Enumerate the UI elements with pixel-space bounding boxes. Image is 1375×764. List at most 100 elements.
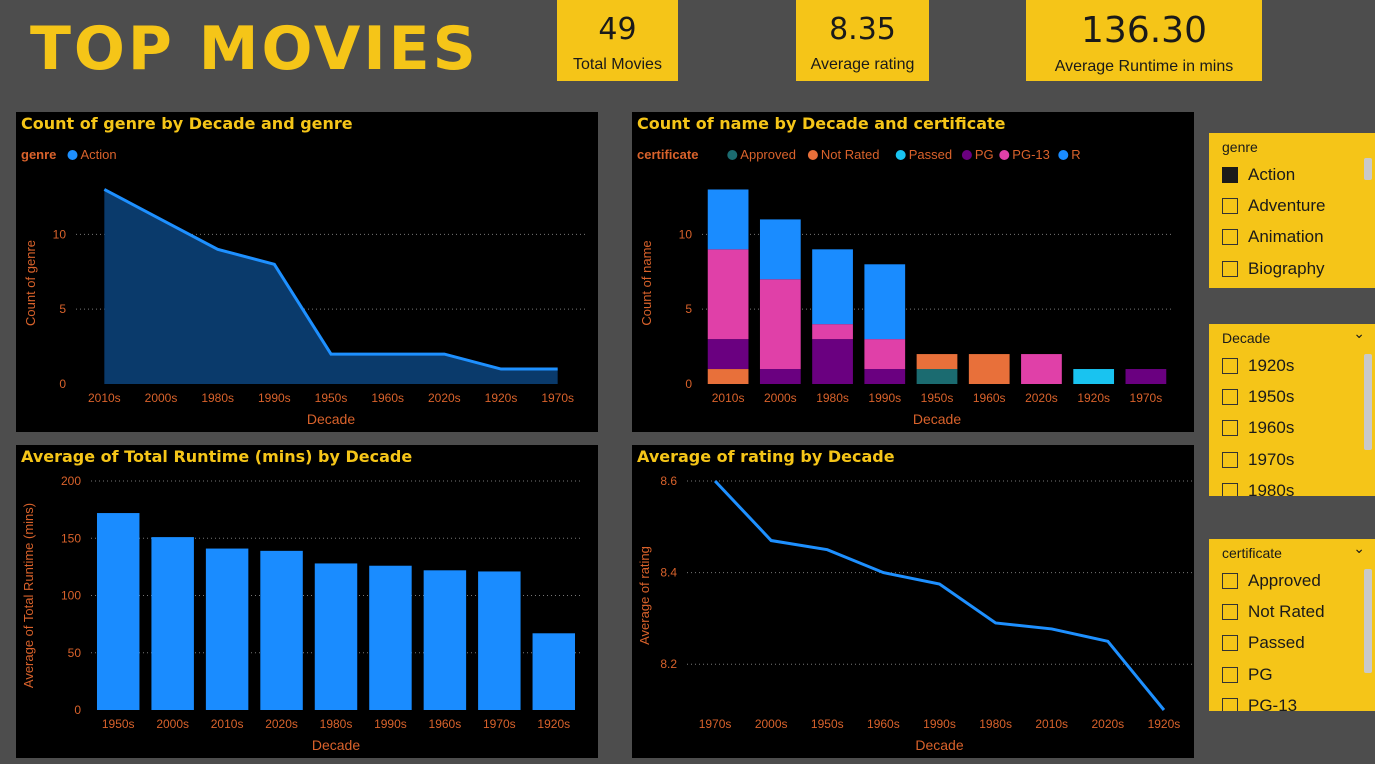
x-tick-label: 1920s	[485, 391, 518, 405]
slicer-item[interactable]: 1970s	[1222, 449, 1294, 471]
kpi-label: Average rating	[810, 56, 915, 73]
bar-segment-approved	[916, 369, 958, 384]
x-axis-label: Decade	[913, 411, 961, 427]
kpi-value: 8.35	[829, 12, 896, 47]
slicer-item-label: Adventure	[1248, 196, 1326, 215]
y-axis-label: Average of rating	[637, 546, 652, 645]
checkbox[interactable]	[1222, 667, 1238, 683]
x-axis-label: Decade	[312, 737, 360, 753]
checkbox[interactable]	[1222, 452, 1238, 468]
x-tick-label: 2010s	[88, 391, 121, 405]
slicer-item-label: Approved	[1248, 571, 1321, 590]
y-tick-label: 8.4	[660, 566, 677, 580]
slicer-item[interactable]: 1920s	[1222, 355, 1294, 377]
slicer-item-label: Passed	[1248, 633, 1305, 652]
bar-segment-pg	[864, 369, 906, 384]
slicer-item[interactable]: Not Rated	[1222, 601, 1325, 623]
chevron-down-icon[interactable]: ⌄	[1353, 541, 1365, 557]
bar-segment-pg	[1125, 369, 1167, 384]
y-tick-label: 8.2	[660, 657, 677, 671]
slicer-item-label: PG	[1248, 665, 1273, 684]
slicer-item[interactable]: Animation	[1222, 226, 1324, 248]
legend-label: Action	[81, 147, 117, 162]
legend-title: genre	[21, 147, 56, 162]
x-tick-label: 1970s	[483, 717, 516, 731]
slicer-item[interactable]: Adventure	[1222, 195, 1326, 217]
slicer-item[interactable]: 1950s	[1222, 386, 1294, 408]
checkbox[interactable]	[1222, 261, 1238, 277]
certificate-stacked-bar-chart[interactable]: certificate Approved Not Rated Passed PG PG-1…	[632, 112, 1194, 432]
runtime-bar-chart-panel[interactable]: Average of Total Runtime (mins) by Decad…	[16, 445, 598, 758]
x-axis-label: Decade	[307, 411, 355, 427]
certificate-bar-chart-panel[interactable]: Count of name by Decade and certificate …	[632, 112, 1194, 432]
bar-segment-pg	[707, 339, 749, 370]
slicer-item[interactable]: PG	[1222, 664, 1273, 686]
checkbox[interactable]	[1222, 573, 1238, 589]
rating-line-chart[interactable]: 8.2 8.4 8.6 1970s 2000s 1950s 1960s 1990s 1980s 2…	[632, 445, 1194, 758]
bar-segment-pg	[759, 369, 801, 384]
chevron-down-icon[interactable]: ⌄	[1353, 326, 1365, 342]
slicer-item[interactable]: Passed	[1222, 632, 1305, 654]
legend-label: Approved	[740, 147, 796, 162]
x-tick-label: 1970s	[1130, 391, 1163, 405]
certificate-slicer[interactable]: certificate ⌄ Approved Not Rated Passed …	[1209, 539, 1375, 711]
bar-segment-pg-13	[707, 249, 749, 340]
kpi-average-runtime: 136.30 Average Runtime in mins	[1026, 0, 1262, 81]
legend-marker	[807, 150, 818, 160]
checkbox[interactable]	[1222, 635, 1238, 651]
checkbox[interactable]	[1222, 389, 1238, 405]
slicer-item-label: 1920s	[1248, 356, 1295, 375]
bar-segment-pg	[812, 339, 853, 384]
kpi-total-movies: 49 Total Movies	[557, 0, 678, 81]
legend-title: certificate	[637, 147, 698, 162]
legend-marker	[1058, 150, 1069, 160]
x-tick-label: 1920s	[1148, 717, 1181, 731]
slicer-scrollbar[interactable]	[1364, 569, 1372, 673]
checkbox[interactable]	[1222, 483, 1238, 496]
checkbox[interactable]	[1222, 420, 1238, 436]
checkbox[interactable]	[1222, 229, 1238, 245]
decade-slicer[interactable]: Decade ⌄ 1920s 1950s 1960s 1970s 1980s	[1209, 324, 1375, 496]
x-axis-label: Decade	[915, 737, 963, 753]
x-tick-label: 2010s	[1035, 717, 1068, 731]
y-tick-label: 150	[61, 531, 81, 545]
y-axis-label: Count of genre	[23, 240, 38, 326]
slicer-item[interactable]: Biography	[1222, 258, 1325, 280]
genre-area-chart-panel[interactable]: Count of genre by Decade and genre genre…	[16, 112, 598, 432]
bar-segment-pg-13	[864, 339, 906, 370]
x-tick-label: 1950s	[811, 717, 844, 731]
checkbox[interactable]	[1222, 198, 1238, 214]
y-tick-label: 5	[59, 302, 66, 316]
genre-area-chart[interactable]: genre Action 0 5 10 2010s 2000s 1980s 1990s 1950s…	[16, 112, 598, 432]
legend-marker	[999, 150, 1010, 160]
y-tick-label: 100	[61, 589, 81, 603]
slicer-item-label: Biography	[1248, 259, 1325, 278]
x-tick-label: 1920s	[537, 717, 570, 731]
genre-slicer[interactable]: genre Action Adventure Animation Biograp…	[1209, 133, 1375, 288]
slicer-item[interactable]: 1960s	[1222, 417, 1294, 439]
x-tick-label: 2000s	[156, 717, 189, 731]
slicer-scrollbar[interactable]	[1364, 158, 1372, 180]
x-tick-label: 1950s	[102, 717, 135, 731]
runtime-bar-chart[interactable]: 0 50 100 150 200 1950s 2000s 2010s 2020s 1980s 199…	[16, 445, 598, 758]
y-tick-label: 200	[61, 474, 81, 488]
slicer-item[interactable]: Approved	[1222, 570, 1321, 592]
x-tick-label: 2020s	[428, 391, 461, 405]
legend-marker	[67, 150, 78, 160]
checkbox[interactable]	[1222, 698, 1238, 711]
slicer-item[interactable]: PG-13	[1222, 695, 1297, 711]
bar	[314, 563, 358, 710]
series-line-rating	[713, 479, 1166, 711]
y-tick-label: 8.6	[660, 474, 677, 488]
x-tick-label: 2000s	[755, 717, 788, 731]
slicer-item[interactable]: 1980s	[1222, 480, 1294, 496]
legend-label: PG-13	[1012, 147, 1050, 162]
slicer-scrollbar[interactable]	[1364, 354, 1372, 450]
checkbox[interactable]	[1222, 358, 1238, 374]
checkbox[interactable]	[1222, 167, 1238, 183]
checkbox[interactable]	[1222, 604, 1238, 620]
rating-line-chart-panel[interactable]: Average of rating by Decade 8.2 8.4 8.6 197…	[632, 445, 1194, 758]
bar	[369, 565, 412, 710]
slicer-item[interactable]: Action	[1222, 164, 1295, 186]
x-tick-label: 1960s	[371, 391, 404, 405]
